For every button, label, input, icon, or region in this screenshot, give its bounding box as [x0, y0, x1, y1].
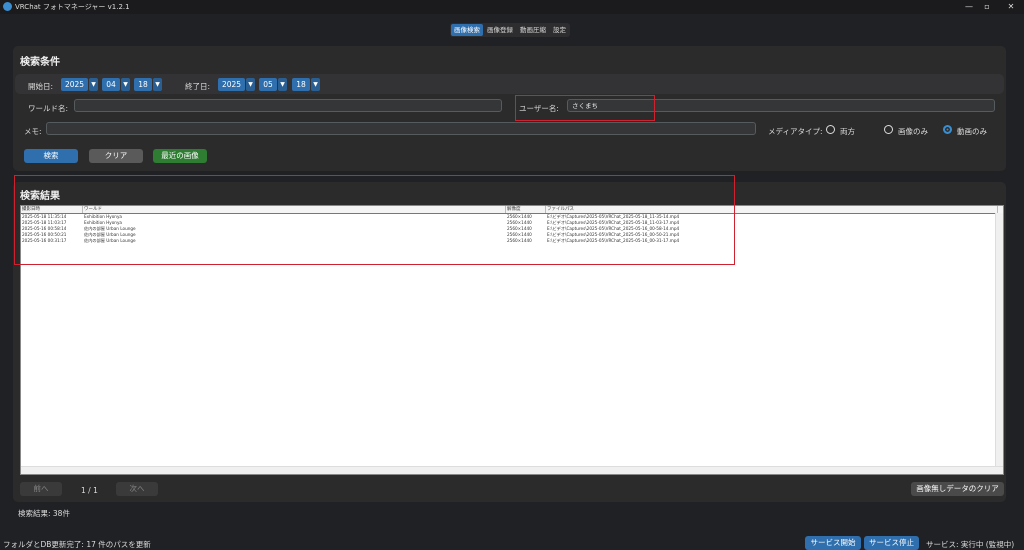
tab-image-register[interactable]: 画像登録	[484, 24, 516, 36]
maximize-icon[interactable]: ▫	[980, 1, 994, 13]
clear-button[interactable]: クリア	[89, 149, 143, 163]
recent-images-button[interactable]: 最近の画像	[153, 149, 207, 163]
app-logo-icon	[3, 2, 12, 11]
chevron-down-icon[interactable]: ▼	[278, 78, 287, 91]
title-bar: VRChat フォトマネージャー v1.2.1 — ▫ ✕	[0, 0, 1024, 14]
next-page-button[interactable]: 次へ	[116, 482, 158, 496]
start-day-select[interactable]: 18	[134, 78, 152, 91]
vertical-scrollbar[interactable]	[995, 213, 1003, 468]
window-title: VRChat フォトマネージャー v1.2.1	[15, 3, 130, 11]
memo-input[interactable]	[46, 122, 756, 135]
tab-settings[interactable]: 設定	[550, 24, 569, 36]
tab-video-compress[interactable]: 動画圧縮	[517, 24, 549, 36]
result-count: 検索結果: 38件	[18, 509, 70, 518]
main-tabs: 画像検索 画像登録 動画圧縮 設定	[450, 23, 570, 37]
close-icon[interactable]: ✕	[1004, 1, 1018, 13]
end-day-select[interactable]: 18	[292, 78, 310, 91]
date-row	[15, 74, 1004, 94]
clear-missing-data-button[interactable]: 画像無しデータのクリア	[911, 482, 1004, 496]
tab-image-search[interactable]: 画像検索	[451, 24, 483, 36]
media-image-only-label: 画像のみ	[898, 127, 928, 136]
highlight-box-results	[14, 175, 735, 265]
search-button[interactable]: 検索	[24, 149, 78, 163]
end-month-select[interactable]: 05	[259, 78, 277, 91]
media-video-only-label: 動画のみ	[957, 127, 987, 136]
chevron-down-icon[interactable]: ▼	[89, 78, 98, 91]
minimize-icon[interactable]: —	[962, 1, 976, 13]
start-year-select[interactable]: 2025	[61, 78, 88, 91]
chevron-down-icon[interactable]: ▼	[121, 78, 130, 91]
end-date-label: 終了日:	[185, 82, 211, 91]
start-date-label: 開始日:	[28, 82, 54, 91]
chevron-down-icon[interactable]: ▼	[311, 78, 320, 91]
media-type-label: メディアタイプ:	[768, 127, 823, 136]
service-status: サービス: 実行中 (監視中)	[926, 540, 1015, 549]
start-month-select[interactable]: 04	[102, 78, 120, 91]
service-stop-button[interactable]: サービス停止	[864, 536, 919, 550]
media-video-only-radio[interactable]	[943, 125, 952, 134]
chevron-down-icon[interactable]: ▼	[246, 78, 255, 91]
memo-label: メモ:	[24, 127, 42, 136]
horizontal-scrollbar[interactable]	[21, 466, 1003, 474]
world-name-label: ワールド名:	[28, 104, 69, 113]
media-both-label: 両方	[840, 127, 855, 136]
prev-page-button[interactable]: 前へ	[20, 482, 62, 496]
service-start-button[interactable]: サービス開始	[805, 536, 861, 550]
world-name-input[interactable]	[74, 99, 502, 112]
media-both-radio[interactable]	[826, 125, 835, 134]
highlight-box-user-name	[515, 95, 655, 121]
end-year-select[interactable]: 2025	[218, 78, 245, 91]
page-indicator: 1 / 1	[81, 486, 98, 495]
chevron-down-icon[interactable]: ▼	[153, 78, 162, 91]
search-section-title: 検索条件	[20, 57, 60, 68]
media-image-only-radio[interactable]	[884, 125, 893, 134]
status-message: フォルダとDB更新完了: 17 件のパスを更新	[3, 540, 151, 549]
